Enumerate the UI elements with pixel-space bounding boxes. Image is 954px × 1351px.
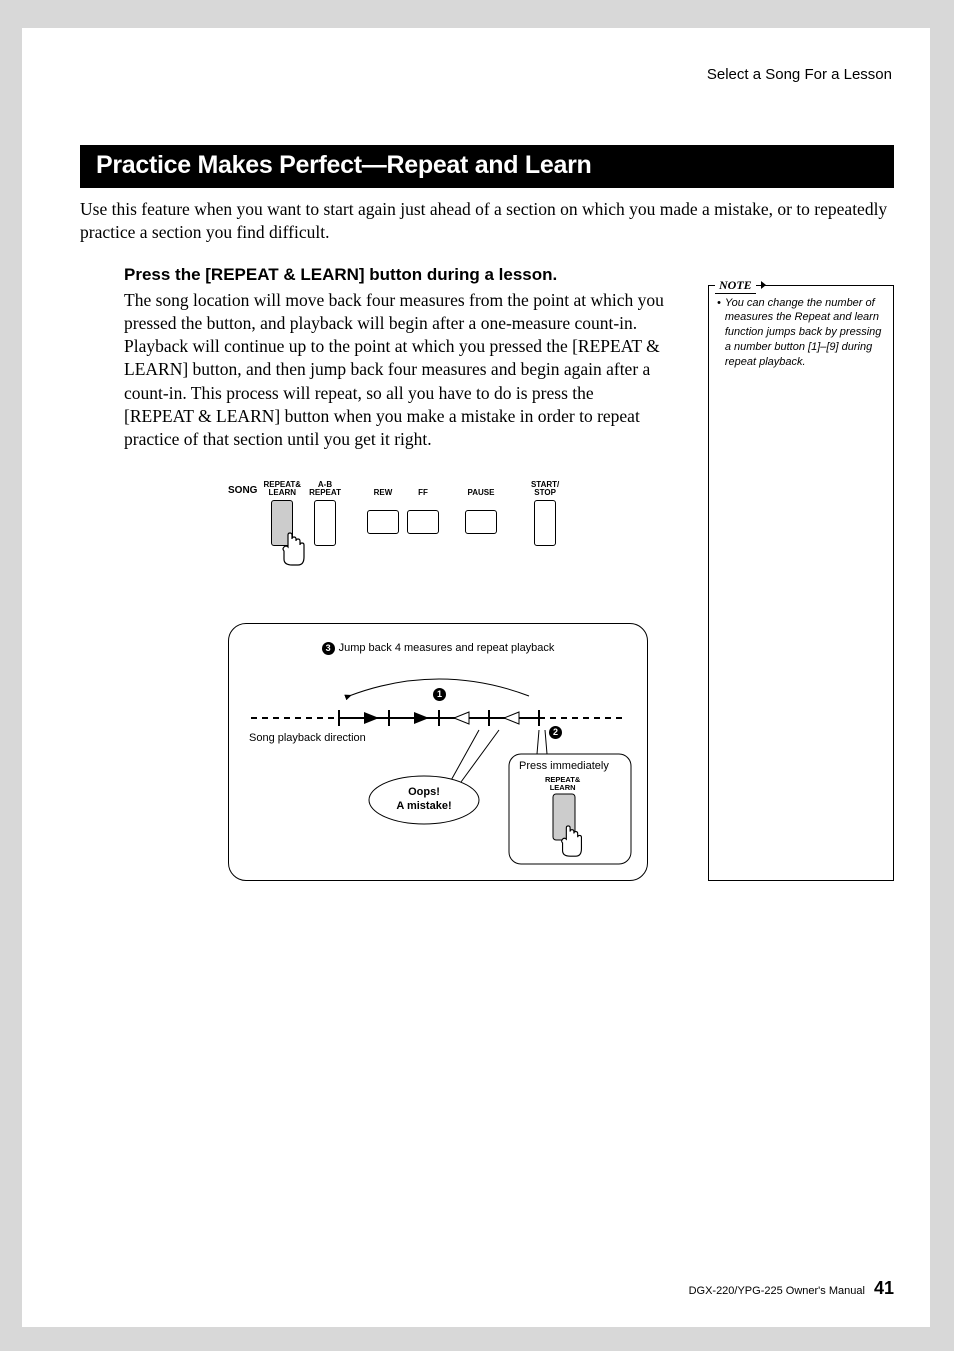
manual-page: Select a Song For a Lesson Practice Make…	[22, 28, 930, 1327]
repeat-learn-small-label: REPEAT& LEARN	[545, 776, 580, 792]
button-label: PAUSE	[467, 479, 494, 497]
button-label: A-B REPEAT	[309, 479, 341, 497]
button-label: START/ STOP	[531, 479, 559, 497]
button-label: REPEAT& LEARN	[263, 479, 301, 497]
flow-diagram: 3Jump back 4 measures and repeat playbac…	[228, 623, 648, 881]
hand-pointer-icon	[276, 531, 312, 569]
page-number: 41	[874, 1278, 894, 1298]
note-box: NOTE • You can change the number of meas…	[708, 285, 894, 882]
song-label: SONG	[228, 485, 257, 496]
press-immediately-label: Press immediately	[519, 760, 609, 772]
note-text: You can change the number of measures th…	[725, 296, 885, 370]
intro-paragraph: Use this feature when you want to start …	[80, 198, 894, 245]
breadcrumb: Select a Song For a Lesson	[80, 66, 892, 83]
instruction-area: Press the [REPEAT & LEARN] button during…	[80, 265, 894, 882]
bullet-icon: •	[717, 296, 721, 370]
section-title: Practice Makes Perfect—Repeat and Learn	[80, 145, 894, 188]
button-label: FF	[418, 479, 428, 497]
rew-button-icon	[367, 510, 399, 534]
instruction-body: The song location will move back four me…	[124, 289, 664, 452]
hand-pointer-icon	[555, 824, 589, 860]
start-stop-button-icon	[534, 500, 556, 546]
note-label: NOTE	[715, 278, 756, 294]
oops-bubble-text: Oops!A mistake!	[387, 786, 461, 814]
buttons-diagram: SONG REPEAT& LEARN A-B REPEAT REW	[228, 479, 648, 589]
button-label: REW	[374, 479, 393, 497]
playback-direction-label: Song playback direction	[249, 732, 366, 745]
footer: DGX-220/YPG-225 Owner's Manual 41	[689, 1278, 894, 1299]
instruction-heading: Press the [REPEAT & LEARN] button during…	[124, 265, 690, 285]
ab-repeat-button-icon	[314, 500, 336, 546]
ff-button-icon	[407, 510, 439, 534]
pause-button-icon	[465, 510, 497, 534]
footer-text: DGX-220/YPG-225 Owner's Manual	[689, 1285, 865, 1297]
